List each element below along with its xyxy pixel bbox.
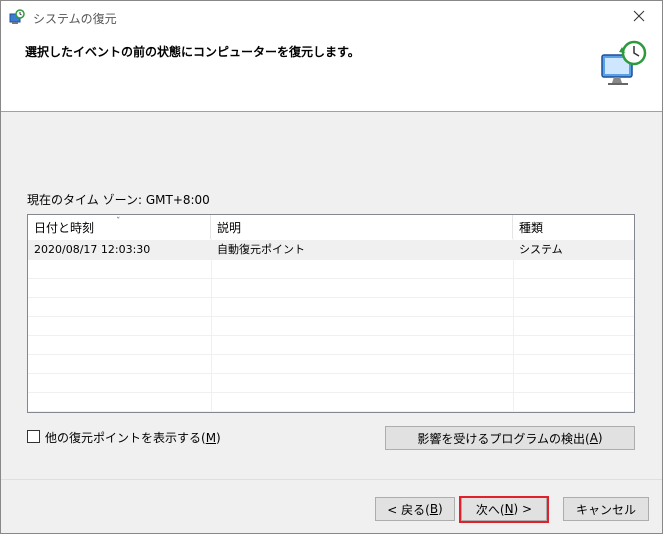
table-header: ˇ 日付と時刻 説明 種類	[28, 215, 634, 239]
system-restore-window: システムの復元 選択したイベントの前の状態にコンピューターを復元します。 現在の…	[0, 0, 663, 534]
title-bar: システムの復元	[1, 1, 662, 33]
show-more-restore-points-checkbox[interactable]	[27, 430, 40, 443]
cancel-button[interactable]: キャンセル	[563, 497, 649, 521]
column-header-label: 日付と時刻	[34, 221, 95, 235]
button-label-suffix: ) >	[513, 502, 533, 516]
cell-description: 自動復元ポイント	[217, 243, 305, 256]
wizard-header: 選択したイベントの前の状態にコンピューターを復元します。	[1, 33, 662, 112]
empty-row	[28, 316, 634, 336]
header-instruction: 選択したイベントの前の状態にコンピューターを復元します。	[25, 45, 360, 59]
accelerator-key: A	[589, 431, 598, 445]
computer-clock-icon	[600, 39, 648, 87]
button-label: 影響を受けるプログラムの検出(	[417, 431, 590, 446]
checkbox-label-suffix: )	[216, 431, 221, 445]
column-header-description[interactable]: 説明	[211, 215, 513, 239]
sort-indicator-icon: ˇ	[116, 217, 121, 227]
close-button[interactable]	[616, 1, 662, 33]
accelerator-key: B	[429, 502, 439, 516]
button-label-suffix: )	[438, 502, 443, 516]
column-header-label: 種類	[519, 221, 544, 235]
cell-type: システム	[519, 243, 563, 256]
button-label: < 戻る(	[387, 502, 430, 517]
column-header-datetime[interactable]: ˇ 日付と時刻	[28, 215, 211, 239]
close-icon	[633, 10, 645, 25]
timezone-label: 現在のタイム ゾーン: GMT+8:00	[27, 193, 210, 207]
column-header-type[interactable]: 種類	[513, 215, 634, 239]
next-button[interactable]: 次へ(N) >	[461, 497, 547, 521]
cell-datetime: 2020/08/17 12:03:30	[34, 243, 151, 256]
button-label: キャンセル	[575, 502, 636, 517]
footer-divider	[1, 479, 662, 480]
empty-row	[28, 373, 634, 393]
button-label-suffix: )	[597, 431, 603, 445]
empty-row	[28, 354, 634, 374]
table-row[interactable]: 2020/08/17 12:03:30 自動復元ポイント システム	[28, 240, 634, 260]
empty-row	[28, 259, 634, 279]
accelerator-key: M	[205, 431, 217, 445]
button-label: 次へ(	[475, 502, 505, 517]
column-header-label: 説明	[217, 221, 242, 235]
checkbox-label-text: 他の復元ポイントを表示する(	[45, 431, 206, 445]
back-button[interactable]: < 戻る(B)	[375, 497, 455, 521]
window-title: システムの復元	[33, 12, 117, 26]
accelerator-key: N	[504, 502, 514, 516]
scan-affected-programs-button[interactable]: 影響を受けるプログラムの検出(A)	[385, 426, 635, 450]
show-more-restore-points-label[interactable]: 他の復元ポイントを表示する(M)	[45, 429, 221, 446]
system-restore-icon	[9, 9, 25, 25]
empty-row	[28, 392, 634, 412]
empty-row	[28, 335, 634, 355]
empty-row	[28, 297, 634, 317]
restore-points-table: ˇ 日付と時刻 説明 種類 2020/08/17 12:03:30 自動復元ポイ…	[27, 214, 635, 413]
empty-row	[28, 278, 634, 298]
